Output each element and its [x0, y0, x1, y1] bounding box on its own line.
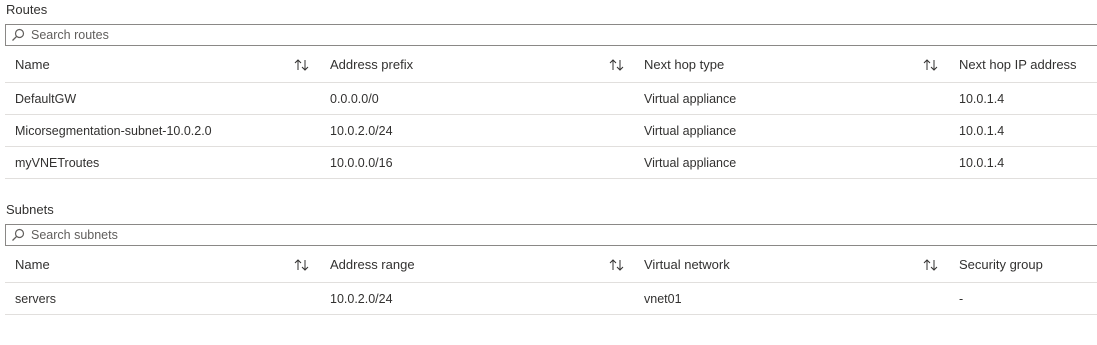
subnets-table: Name Address range Virtual network Secur…: [5, 247, 1097, 315]
sort-arrows-icon[interactable]: [608, 247, 626, 282]
subnet-address-range: 10.0.2.0/24: [330, 291, 393, 306]
subnets-title: Subnets: [6, 202, 54, 217]
table-row[interactable]: myVNETroutes 10.0.0.0/16 Virtual applian…: [5, 147, 1097, 179]
route-next-hop-type: Virtual appliance: [644, 91, 737, 106]
route-name: Micorsegmentation-subnet-10.0.2.0: [15, 123, 212, 138]
sort-arrows-icon[interactable]: [922, 47, 940, 82]
route-address-prefix: 10.0.2.0/24: [330, 123, 393, 138]
route-next-hop-ip: 10.0.1.4: [959, 123, 1005, 138]
table-row[interactable]: servers 10.0.2.0/24 vnet01 -: [5, 283, 1097, 315]
routes-table: Name Address prefix Next hop type Next h…: [5, 47, 1097, 179]
sort-arrows-icon[interactable]: [293, 247, 311, 282]
table-row[interactable]: Micorsegmentation-subnet-10.0.2.0 10.0.2…: [5, 115, 1097, 147]
search-icon: [11, 228, 25, 242]
column-header-virtual-network[interactable]: Virtual network: [644, 247, 730, 282]
column-header-address-prefix[interactable]: Address prefix: [330, 47, 413, 82]
column-header-next-hop-ip[interactable]: Next hop IP address: [959, 47, 1077, 82]
column-header-security-group[interactable]: Security group: [959, 247, 1043, 282]
subnet-name: servers: [15, 291, 56, 306]
route-name: myVNETroutes: [15, 155, 100, 170]
subnets-header-row: Name Address range Virtual network Secur…: [5, 247, 1097, 283]
sort-arrows-icon[interactable]: [608, 47, 626, 82]
table-row[interactable]: DefaultGW 0.0.0.0/0 Virtual appliance 10…: [5, 83, 1097, 115]
subnets-search-input[interactable]: [31, 228, 631, 242]
routes-search-input[interactable]: [31, 28, 631, 42]
route-address-prefix: 0.0.0.0/0: [330, 91, 379, 106]
column-header-name[interactable]: Name: [15, 47, 50, 82]
sort-arrows-icon[interactable]: [922, 247, 940, 282]
route-next-hop-type: Virtual appliance: [644, 155, 737, 170]
column-header-address-range[interactable]: Address range: [330, 247, 415, 282]
routes-header-row: Name Address prefix Next hop type Next h…: [5, 47, 1097, 83]
sort-arrows-icon[interactable]: [293, 47, 311, 82]
subnet-virtual-network: vnet01: [644, 291, 682, 306]
routes-search-box[interactable]: [5, 24, 1097, 46]
column-header-next-hop-type[interactable]: Next hop type: [644, 47, 724, 82]
route-name: DefaultGW: [15, 91, 77, 106]
route-next-hop-ip: 10.0.1.4: [959, 91, 1005, 106]
search-icon: [11, 28, 25, 42]
routes-title: Routes: [6, 2, 48, 17]
column-header-name[interactable]: Name: [15, 247, 50, 282]
subnet-security-group: -: [959, 291, 964, 306]
route-next-hop-type: Virtual appliance: [644, 123, 737, 138]
route-address-prefix: 10.0.0.0/16: [330, 155, 393, 170]
route-next-hop-ip: 10.0.1.4: [959, 155, 1005, 170]
subnets-search-box[interactable]: [5, 224, 1097, 246]
